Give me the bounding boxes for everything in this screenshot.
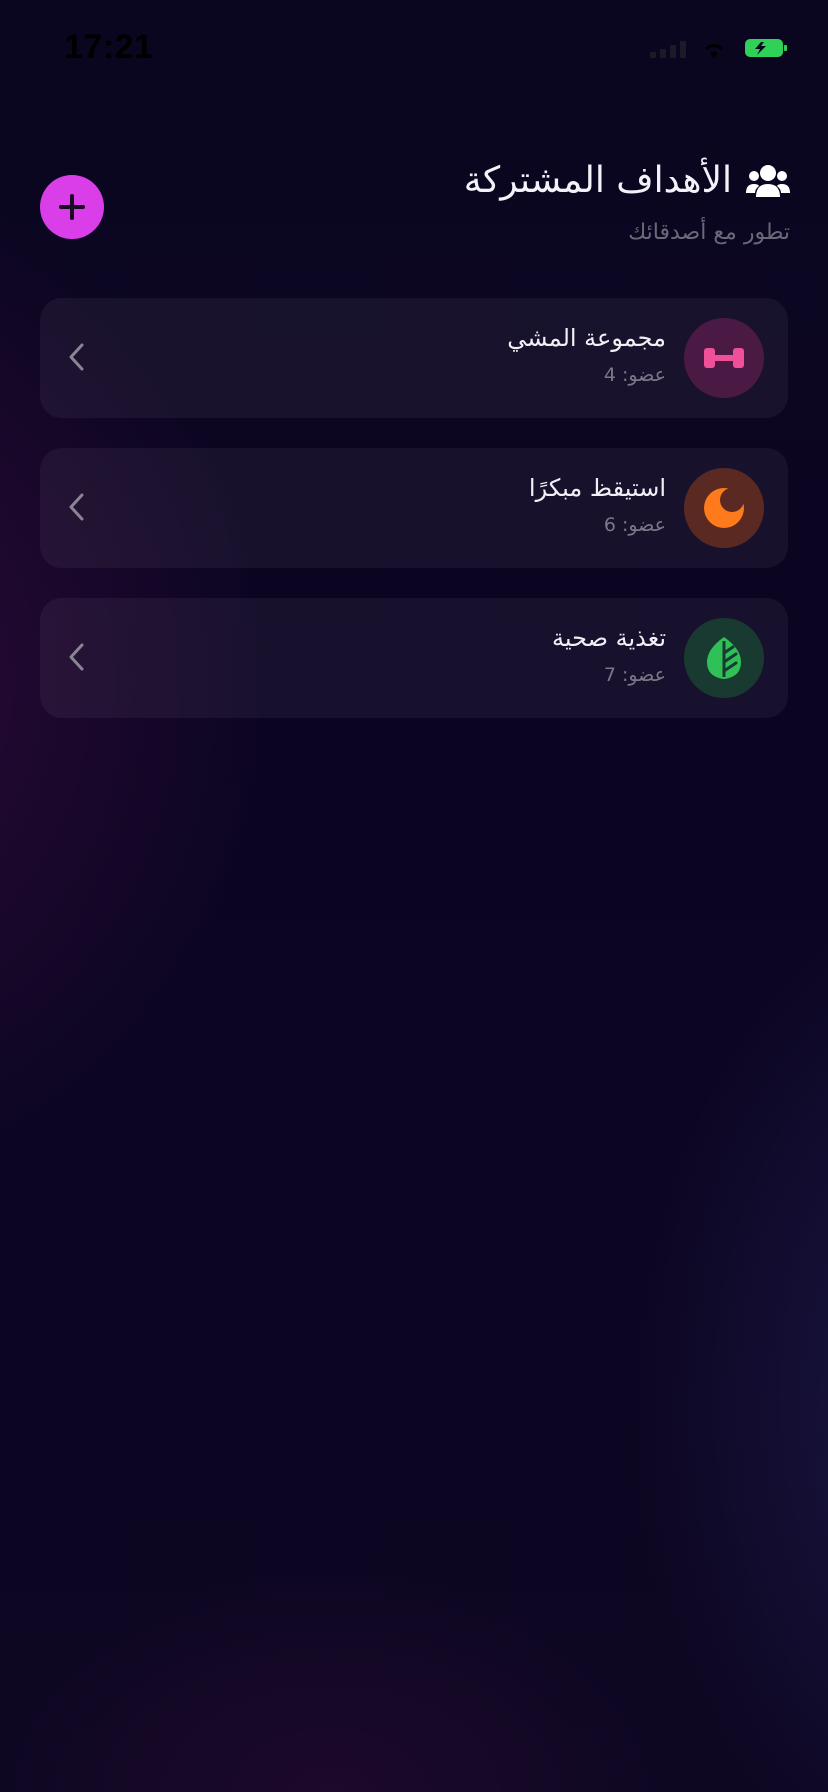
group-icon xyxy=(746,164,790,197)
page-subtitle: تطور مع أصدقائك xyxy=(628,220,790,245)
cellular-signal-icon xyxy=(650,41,686,58)
chevron-left-icon xyxy=(69,493,84,521)
group-member-count: عضو: 4 xyxy=(603,364,666,386)
page-title: الأهداف المشتركة xyxy=(463,160,732,201)
page-header: الأهداف المشتركة تطور مع أصدقائك xyxy=(0,160,828,260)
group-name: مجموعة المشي xyxy=(507,324,666,352)
title-row: الأهداف المشتركة xyxy=(464,160,790,201)
group-member-count: عضو: 6 xyxy=(603,514,666,536)
group-avatar xyxy=(684,468,764,548)
group-name: تغذية صحية xyxy=(551,624,666,652)
chevron-left-icon xyxy=(69,343,84,371)
group-card-healthy-nutrition[interactable]: تغذية صحية عضو: 7 xyxy=(40,598,788,718)
chevron-left-icon xyxy=(69,643,84,671)
group-name: استيقظ مبكرًا xyxy=(528,474,666,502)
status-time: 17:21 xyxy=(64,28,154,66)
group-card-wake-early[interactable]: استيقظ مبكرًا عضو: 6 xyxy=(40,448,788,568)
plus-icon xyxy=(59,194,85,220)
dumbbell-icon xyxy=(704,348,744,368)
wifi-icon xyxy=(705,44,723,58)
battery-icon xyxy=(745,39,787,57)
status-bar: 17:21 xyxy=(0,0,828,100)
group-avatar xyxy=(684,618,764,698)
moon-icon xyxy=(704,488,744,528)
leaf-icon xyxy=(707,637,741,679)
groups-list: مجموعة المشي عضو: 4 استيقظ مبكرًا عضو: 6 xyxy=(40,298,788,748)
group-member-count: عضو: 7 xyxy=(603,664,666,686)
add-group-button[interactable] xyxy=(40,175,104,239)
group-card-walking[interactable]: مجموعة المشي عضو: 4 xyxy=(40,298,788,418)
group-avatar xyxy=(684,318,764,398)
